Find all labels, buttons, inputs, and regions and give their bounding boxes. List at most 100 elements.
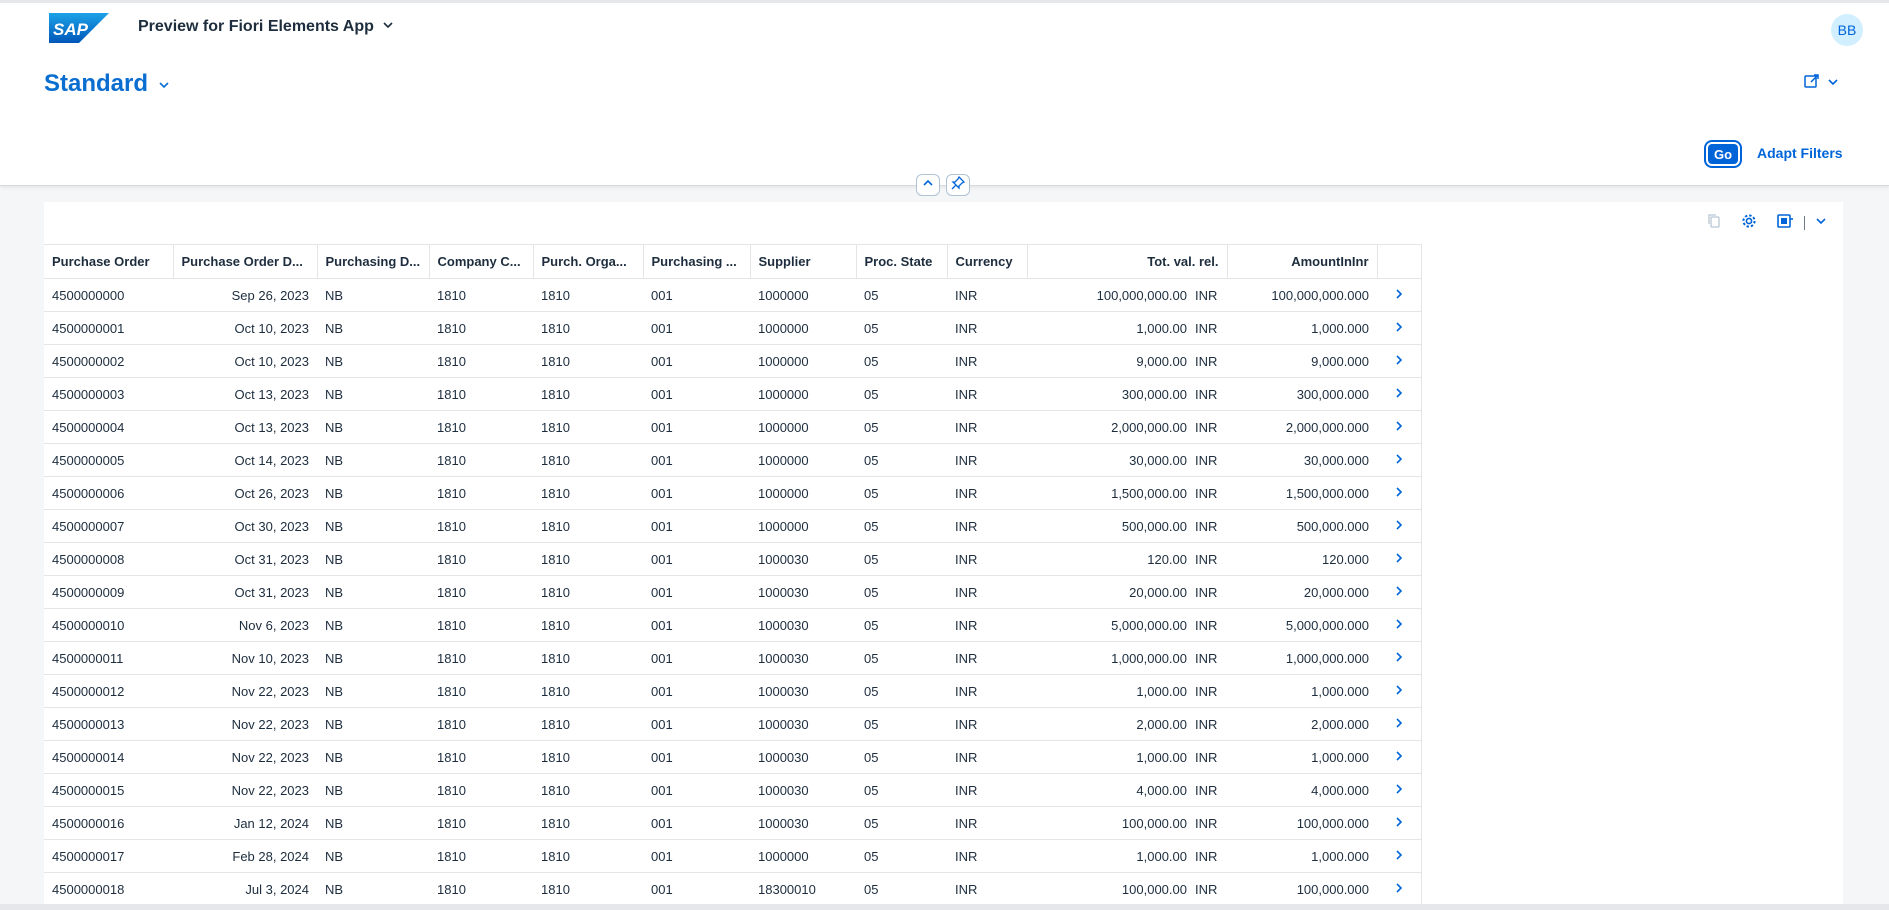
table-header-row: Purchase Order Purchase Order D... Purch… bbox=[44, 244, 1422, 279]
adapt-filters-button[interactable]: Adapt Filters bbox=[1757, 145, 1843, 161]
column-header[interactable]: Supplier bbox=[750, 244, 857, 279]
row-navigation-button[interactable] bbox=[1377, 377, 1422, 411]
table-cell: 18300010 bbox=[750, 872, 856, 906]
table-row[interactable]: 4500000008 Oct 31, 2023 NB 1810 1810 001 10000… bbox=[44, 542, 1422, 576]
row-navigation-button[interactable] bbox=[1377, 575, 1422, 609]
sap-logo[interactable]: SAP bbox=[49, 13, 109, 43]
row-navigation-button[interactable] bbox=[1377, 806, 1422, 840]
table-row[interactable]: 4500000000 Sep 26, 2023 NB 1810 1810 001 10000… bbox=[44, 278, 1422, 312]
table-cell: NB bbox=[317, 377, 429, 411]
table-cell: 05 bbox=[856, 542, 947, 576]
table-cell: 20,000.00 bbox=[1027, 575, 1195, 609]
table-cell: NB bbox=[317, 707, 429, 741]
table-cell: 1810 bbox=[429, 839, 533, 873]
table-cell: 1810 bbox=[429, 443, 533, 477]
table-row[interactable]: 4500000014 Nov 22, 2023 NB 1810 1810 001 10000… bbox=[44, 740, 1422, 774]
table-row[interactable]: 4500000007 Oct 30, 2023 NB 1810 1810 001 10000… bbox=[44, 509, 1422, 543]
table-cell: NB bbox=[317, 872, 429, 906]
row-navigation-button[interactable] bbox=[1377, 674, 1422, 708]
table-cell: 05 bbox=[856, 740, 947, 774]
row-navigation-button[interactable] bbox=[1377, 542, 1422, 576]
column-header[interactable]: Purchasing D... bbox=[317, 244, 430, 279]
table-row[interactable]: 4500000013 Nov 22, 2023 NB 1810 1810 001 10000… bbox=[44, 707, 1422, 741]
table-cell: 1810 bbox=[533, 509, 643, 543]
share-button[interactable] bbox=[1803, 72, 1839, 95]
table-cell: Nov 6, 2023 bbox=[173, 608, 317, 642]
column-header[interactable]: Proc. State bbox=[856, 244, 948, 279]
table-cell: 1810 bbox=[429, 641, 533, 675]
table-row[interactable]: 4500000003 Oct 13, 2023 NB 1810 1810 001 10000… bbox=[44, 377, 1422, 411]
chevron-right-icon bbox=[1393, 453, 1405, 468]
table-row[interactable]: 4500000012 Nov 22, 2023 NB 1810 1810 001 10000… bbox=[44, 674, 1422, 708]
export-menu-button[interactable] bbox=[1815, 214, 1827, 232]
table-row[interactable]: 4500000015 Nov 22, 2023 NB 1810 1810 001 10000… bbox=[44, 773, 1422, 807]
row-navigation-button[interactable] bbox=[1377, 608, 1422, 642]
export-button[interactable] bbox=[1776, 212, 1794, 235]
table-row[interactable]: 4500000017 Feb 28, 2024 NB 1810 1810 001 10000… bbox=[44, 839, 1422, 873]
chevron-right-icon bbox=[1393, 519, 1405, 534]
table-cell: 1810 bbox=[429, 872, 533, 906]
table-cell: NB bbox=[317, 542, 429, 576]
table-cell: 1,000.000 bbox=[1227, 740, 1377, 774]
table-settings-button[interactable] bbox=[1740, 212, 1758, 235]
column-header[interactable]: Purchasing ... bbox=[643, 244, 751, 279]
column-header[interactable]: Purchase Order bbox=[44, 244, 174, 279]
row-navigation-button[interactable] bbox=[1377, 641, 1422, 675]
avatar[interactable]: BB bbox=[1831, 14, 1863, 46]
row-navigation-button[interactable] bbox=[1377, 344, 1422, 378]
table-cell: 1000030 bbox=[750, 806, 856, 840]
table-cell: 4500000004 bbox=[44, 410, 173, 444]
table-row[interactable]: 4500000002 Oct 10, 2023 NB 1810 1810 001 10000… bbox=[44, 344, 1422, 378]
table-row[interactable]: 4500000011 Nov 10, 2023 NB 1810 1810 001 10000… bbox=[44, 641, 1422, 675]
column-header[interactable]: Purch. Orga... bbox=[533, 244, 644, 279]
table-cell: 1810 bbox=[429, 377, 533, 411]
table-cell: NB bbox=[317, 608, 429, 642]
row-navigation-button[interactable] bbox=[1377, 278, 1422, 312]
table-cell: 4500000001 bbox=[44, 311, 173, 345]
row-navigation-button[interactable] bbox=[1377, 443, 1422, 477]
table-cell: 4500000014 bbox=[44, 740, 173, 774]
row-navigation-button[interactable] bbox=[1377, 311, 1422, 345]
bottom-scrollbar[interactable] bbox=[0, 904, 1889, 910]
app-title-menu[interactable]: Preview for Fiori Elements App bbox=[138, 18, 394, 36]
chevron-right-icon bbox=[1393, 387, 1405, 402]
table-cell: INR bbox=[1195, 707, 1227, 741]
table-row[interactable]: 4500000004 Oct 13, 2023 NB 1810 1810 001 10000… bbox=[44, 410, 1422, 444]
row-navigation-button[interactable] bbox=[1377, 410, 1422, 444]
column-header[interactable]: AmountInInr bbox=[1227, 244, 1378, 279]
table-cell: 1810 bbox=[429, 575, 533, 609]
variant-selector[interactable]: Standard bbox=[44, 70, 170, 98]
row-navigation-button[interactable] bbox=[1377, 839, 1422, 873]
table-cell: INR bbox=[947, 575, 1027, 609]
table-cell: 1810 bbox=[533, 773, 643, 807]
column-header[interactable]: Purchase Order D... bbox=[173, 244, 318, 279]
table-row[interactable]: 4500000006 Oct 26, 2023 NB 1810 1810 001 10000… bbox=[44, 476, 1422, 510]
column-header[interactable]: Tot. val. rel. bbox=[1027, 244, 1228, 279]
row-navigation-button[interactable] bbox=[1377, 872, 1422, 906]
row-navigation-button[interactable] bbox=[1377, 476, 1422, 510]
row-navigation-button[interactable] bbox=[1377, 773, 1422, 807]
table-row[interactable]: 4500000016 Jan 12, 2024 NB 1810 1810 001 10000… bbox=[44, 806, 1422, 840]
copy-button[interactable] bbox=[1706, 213, 1722, 234]
go-button[interactable]: Go bbox=[1706, 142, 1740, 166]
row-navigation-button[interactable] bbox=[1377, 509, 1422, 543]
pin-header-button[interactable] bbox=[946, 174, 970, 196]
collapse-header-button[interactable] bbox=[916, 174, 940, 196]
table-row[interactable]: 4500000010 Nov 6, 2023 NB 1810 1810 001 100003… bbox=[44, 608, 1422, 642]
table-cell: 001 bbox=[643, 674, 750, 708]
table-cell: NB bbox=[317, 806, 429, 840]
table-row[interactable]: 4500000018 Jul 3, 2024 NB 1810 1810 001 183000… bbox=[44, 872, 1422, 906]
table-row[interactable]: 4500000009 Oct 31, 2023 NB 1810 1810 001 10000… bbox=[44, 575, 1422, 609]
table-cell: INR bbox=[947, 641, 1027, 675]
table-row[interactable]: 4500000005 Oct 14, 2023 NB 1810 1810 001 10000… bbox=[44, 443, 1422, 477]
table-cell: 05 bbox=[856, 344, 947, 378]
table-cell: 05 bbox=[856, 806, 947, 840]
table-row[interactable]: 4500000001 Oct 10, 2023 NB 1810 1810 001 10000… bbox=[44, 311, 1422, 345]
column-header[interactable]: Currency bbox=[947, 244, 1028, 279]
table-cell: 001 bbox=[643, 608, 750, 642]
row-navigation-button[interactable] bbox=[1377, 707, 1422, 741]
column-header[interactable]: Company C... bbox=[429, 244, 534, 279]
table-cell: NB bbox=[317, 443, 429, 477]
row-navigation-button[interactable] bbox=[1377, 740, 1422, 774]
table-cell: INR bbox=[1195, 608, 1227, 642]
